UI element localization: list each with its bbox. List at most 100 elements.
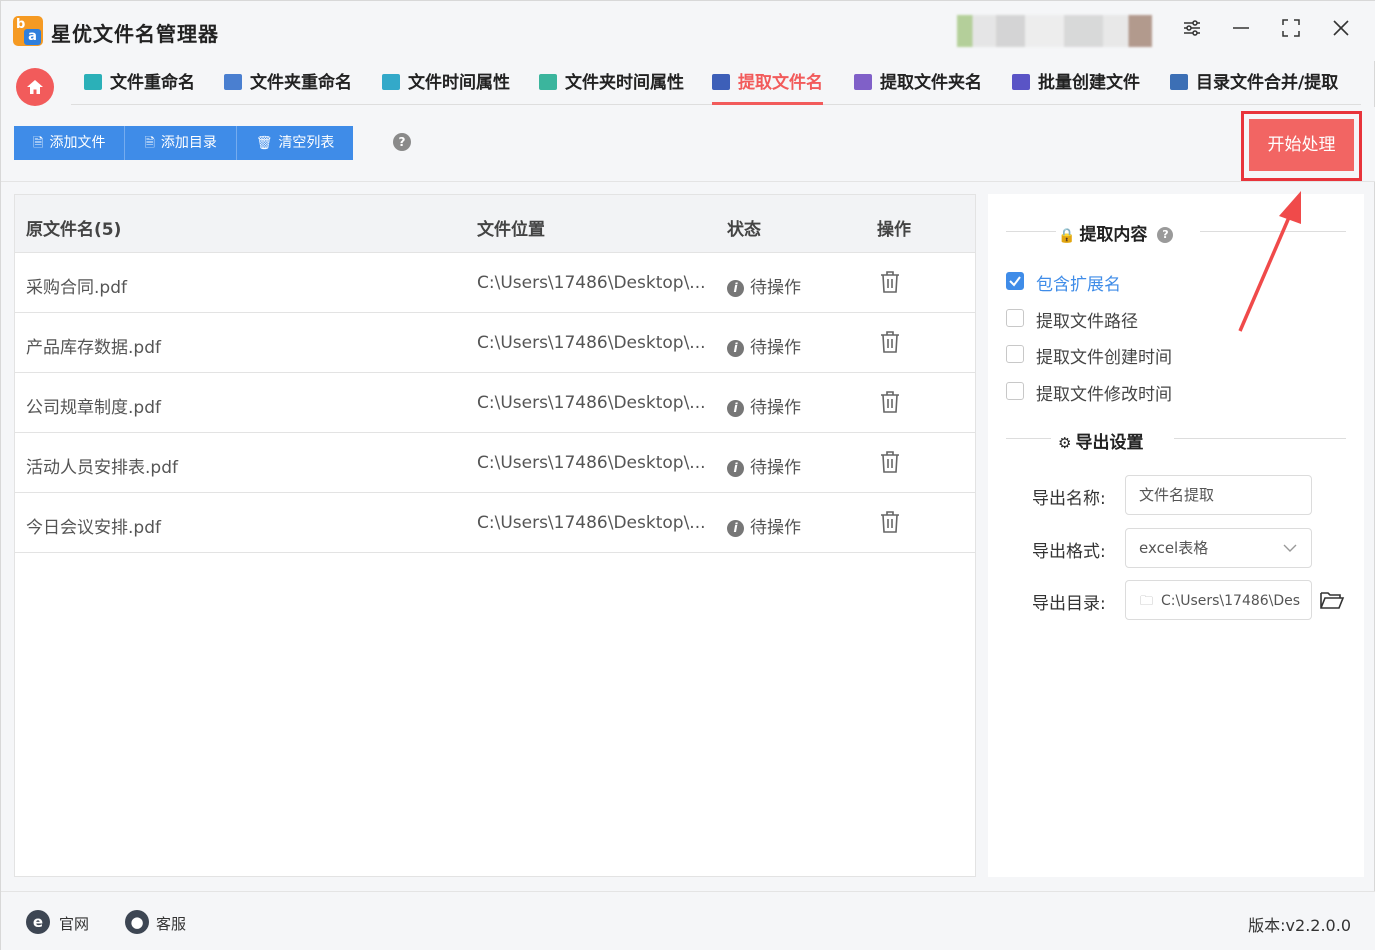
cell-location: C:\Users\17486\Desktop\...	[477, 513, 706, 533]
customer-service-link[interactable]: 客服	[156, 913, 186, 934]
table-row[interactable]: 活动人员安排表.pdf C:\Users\17486\Desktop\... i…	[15, 433, 975, 493]
cell-status: i 待操作	[727, 393, 801, 418]
checkbox-modified-time[interactable]	[1006, 382, 1024, 400]
cell-filename: 采购合同.pdf	[26, 278, 127, 298]
extract-content-title: 🔒 提取内容?	[1058, 220, 1174, 245]
option-label[interactable]: 提取文件创建时间	[1036, 343, 1172, 368]
maximize-button[interactable]	[1276, 16, 1306, 46]
app-logo-icon: b a	[13, 16, 43, 46]
folder-time-icon	[539, 74, 557, 90]
info-icon: i	[727, 400, 744, 417]
table-header: 原文件名(5) 文件位置 状态 操作	[15, 195, 975, 253]
folder-small-icon: 🗀	[1140, 594, 1154, 609]
user-avatar[interactable]	[957, 15, 1152, 47]
cell-location: C:\Users\17486\Desktop\...	[477, 393, 706, 413]
tab-merge-extract[interactable]: 目录文件合并/提取	[1170, 69, 1338, 105]
tab-extract-filename[interactable]: 提取文件名	[712, 69, 823, 105]
delete-trash-icon[interactable]	[880, 270, 900, 294]
table-row[interactable]: 公司规章制度.pdf C:\Users\17486\Desktop\... i待…	[15, 373, 975, 433]
checkbox-file-path[interactable]	[1006, 309, 1024, 327]
cell-status: i 待操作	[727, 513, 801, 538]
table-row[interactable]: 产品库存数据.pdf C:\Users\17486\Desktop\... i待…	[15, 313, 975, 373]
export-format-select[interactable]: excel表格	[1125, 528, 1312, 568]
cell-location: C:\Users\17486\Desktop\...	[477, 273, 706, 293]
minimize-button[interactable]	[1226, 16, 1256, 46]
file-table: 原文件名(5) 文件位置 状态 操作 采购合同.pdf C:\Users\174…	[14, 194, 976, 877]
extract-foldername-icon	[854, 74, 872, 90]
rename-folder-icon	[224, 74, 242, 90]
option-label[interactable]: 提取文件路径	[1036, 307, 1138, 332]
export-name-input[interactable]: 文件名提取	[1125, 475, 1312, 515]
export-dir-input[interactable]: 🗀 C:\Users\17486\Des	[1125, 580, 1312, 620]
tab-folder-time[interactable]: 文件夹时间属性	[539, 69, 684, 105]
export-dir-label: 导出目录:	[1032, 594, 1106, 614]
app-window: b a 星优文件名管理器 文件重命名 文件夹重命名 文件时间属性 文件夹时间属性…	[0, 0, 1375, 950]
info-icon: i	[727, 280, 744, 297]
rename-file-icon	[84, 74, 102, 90]
table-row[interactable]: 今日会议安排.pdf C:\Users\17486\Desktop\... i待…	[15, 493, 975, 553]
extract-filename-icon	[712, 74, 730, 90]
cell-location: C:\Users\17486\Desktop\...	[477, 453, 706, 473]
website-icon[interactable]: e	[26, 910, 50, 934]
annotation-arrow	[1238, 191, 1301, 332]
file-button-group: 🗎 添加文件 🗎 添加目录 🗑 清空列表	[14, 126, 354, 160]
website-link[interactable]: 官网	[59, 913, 89, 934]
delete-trash-icon[interactable]	[880, 510, 900, 534]
divider	[1006, 231, 1056, 232]
tab-batch-create[interactable]: 批量创建文件	[1012, 69, 1140, 105]
title-bar: b a 星优文件名管理器	[1, 1, 1375, 61]
checkbox-created-time[interactable]	[1006, 345, 1024, 363]
table-row[interactable]: 采购合同.pdf C:\Users\17486\Desktop\... i 待操作	[15, 253, 975, 313]
tab-folder-rename[interactable]: 文件夹重命名	[224, 69, 352, 105]
tab-file-rename[interactable]: 文件重命名	[84, 69, 195, 105]
cell-filename: 公司规章制度.pdf	[26, 398, 161, 418]
home-icon	[27, 80, 43, 94]
gear-icon: ⚙	[1058, 434, 1072, 452]
info-icon: i	[727, 460, 744, 477]
check-icon	[1009, 276, 1021, 287]
cell-status: i 待操作	[727, 453, 801, 478]
cell-filename: 产品库存数据.pdf	[26, 338, 161, 358]
tab-file-time[interactable]: 文件时间属性	[382, 69, 510, 105]
footer: e 官网 ● 客服 版本:v2.2.0.0	[1, 891, 1375, 950]
add-file-button[interactable]: 🗎 添加文件	[14, 126, 126, 160]
start-processing-button[interactable]: 开始处理	[1249, 119, 1354, 171]
option-label[interactable]: 包含扩展名	[1036, 270, 1121, 295]
header-location: 文件位置	[477, 220, 545, 240]
batch-create-icon	[1012, 74, 1030, 90]
app-title: 星优文件名管理器	[51, 22, 219, 46]
settings-sliders-icon[interactable]	[1177, 16, 1207, 46]
export-name-label: 导出名称:	[1032, 489, 1106, 509]
home-button[interactable]	[16, 68, 54, 106]
help-icon[interactable]: ?	[1157, 227, 1174, 243]
checkbox-include-extension[interactable]	[1006, 272, 1024, 290]
open-folder-icon[interactable]	[1319, 589, 1345, 611]
tab-extract-foldername[interactable]: 提取文件夹名	[854, 69, 982, 105]
lock-icon: 🔒	[1058, 228, 1076, 244]
file-icon: 🗎	[144, 136, 155, 151]
toolbar: 🗎 添加文件 🗎 添加目录 🗑 清空列表 ? 开始处理	[1, 107, 1375, 182]
file-time-icon	[382, 74, 400, 90]
info-icon: i	[727, 520, 744, 537]
cell-location: C:\Users\17486\Desktop\...	[477, 333, 706, 353]
delete-trash-icon[interactable]	[880, 390, 900, 414]
clear-list-button[interactable]: 🗑 清空列表	[236, 126, 354, 160]
merge-extract-icon	[1170, 74, 1188, 90]
close-button[interactable]	[1326, 16, 1356, 46]
cell-status: i 待操作	[727, 333, 801, 358]
header-filename: 原文件名(5)	[26, 220, 122, 240]
chat-icon[interactable]: ●	[125, 910, 149, 934]
add-directory-button[interactable]: 🗎 添加目录	[125, 126, 237, 160]
help-icon[interactable]: ?	[393, 133, 411, 151]
export-format-label: 导出格式:	[1032, 542, 1106, 562]
cell-status: i 待操作	[727, 273, 801, 298]
delete-trash-icon[interactable]	[880, 450, 900, 474]
cell-filename: 活动人员安排表.pdf	[26, 458, 178, 478]
divider	[1006, 438, 1051, 439]
header-action: 操作	[877, 220, 911, 240]
option-label[interactable]: 提取文件修改时间	[1036, 380, 1172, 405]
divider	[1174, 438, 1346, 439]
cell-filename: 今日会议安排.pdf	[26, 518, 161, 538]
delete-trash-icon[interactable]	[880, 330, 900, 354]
trash-icon: 🗑	[255, 136, 273, 151]
